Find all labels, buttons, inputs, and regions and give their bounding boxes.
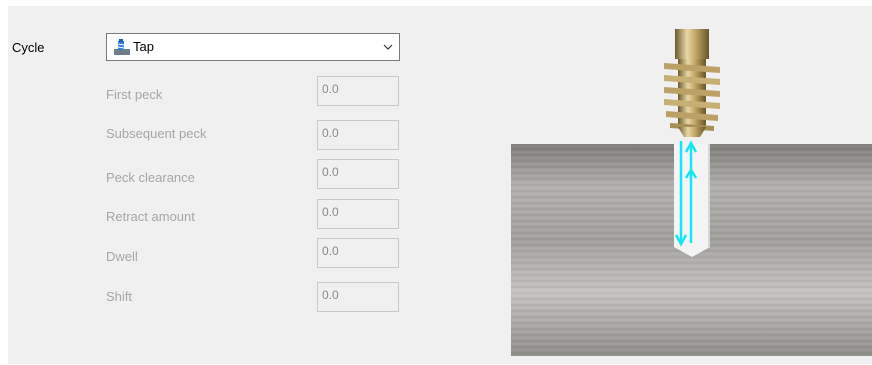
retract-amount-label: Retract amount [106,209,195,224]
first-peck-field[interactable]: 0.0 [317,76,399,106]
cycle-dropdown[interactable]: Tap [106,33,400,61]
cycle-label: Cycle [12,40,45,55]
shift-label: Shift [106,289,133,304]
peck-clearance-label: Peck clearance [106,170,195,185]
tap-tool-icon [664,29,720,137]
chevron-down-icon [383,44,393,50]
retract-amount-field[interactable]: 0.0 [317,199,399,229]
first-peck-label: First peck [106,87,163,102]
tap-cycle-icon [114,39,130,55]
peck-clearance-field[interactable]: 0.0 [317,159,399,189]
subsequent-peck-label: Subsequent peck [106,126,207,141]
cycle-selected-value: Tap [133,39,154,54]
subsequent-peck-field[interactable]: 0.0 [317,120,399,150]
tap-cycle-preview-illustration [511,29,872,356]
shift-field[interactable]: 0.0 [317,282,399,312]
dwell-field[interactable]: 0.0 [317,238,399,268]
dwell-label: Dwell [106,249,138,264]
